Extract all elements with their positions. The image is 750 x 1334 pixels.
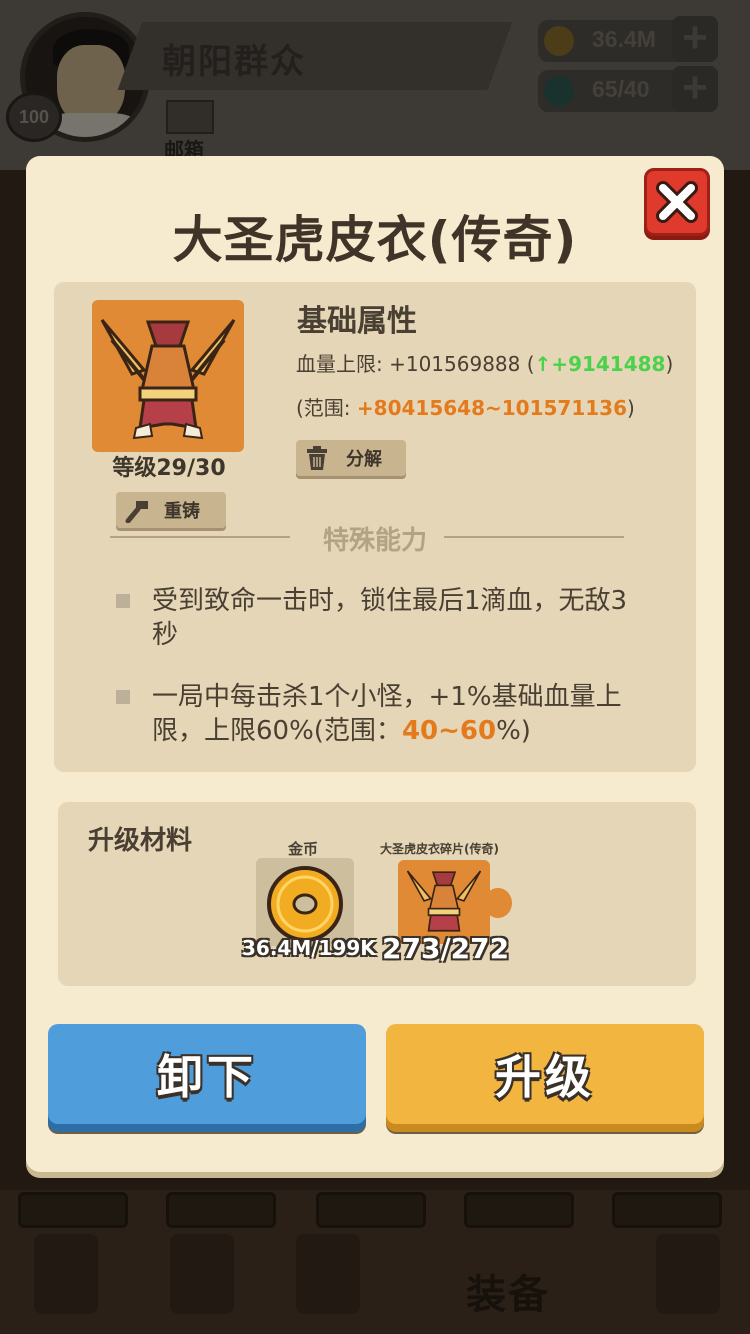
ability-2-range: 40~60 bbox=[401, 716, 497, 746]
shard-label: 大圣虎皮衣碎片(传奇) bbox=[380, 842, 499, 856]
decompose-label: 分解 bbox=[346, 449, 382, 470]
ability-text-2: 一局中每击杀1个小怪，+1%基础血量上限，上限60%(范围：40~60%) bbox=[152, 680, 632, 748]
stats-panel: 等级29/30 重铸 基础属性 血量上限: +101569888 (↑+9141… bbox=[54, 282, 696, 772]
puzzle-piece-icon bbox=[484, 888, 512, 918]
materials-title: 升级材料 bbox=[88, 826, 193, 856]
base-attributes-title: 基础属性 bbox=[297, 304, 417, 339]
item-title: 大圣虎皮衣(传奇) bbox=[172, 211, 578, 269]
tiger-robe-icon bbox=[92, 300, 244, 452]
bullet-icon bbox=[116, 594, 130, 608]
hp-close: ) bbox=[665, 352, 674, 376]
upgrade-materials-panel: 升级材料 金币 36.4M/199K 大圣虎皮衣碎片(传奇) 273/272 bbox=[58, 802, 696, 986]
hp-label: 血量上限: +101569888 ( bbox=[296, 352, 535, 376]
ability-text-1: 受到致命一击时，锁住最后1滴血，无敌3秒 bbox=[152, 586, 628, 650]
ability-2-suffix: %) bbox=[496, 716, 531, 746]
trash-icon bbox=[307, 446, 327, 470]
item-level: 等级29/30 bbox=[112, 456, 226, 481]
decompose-button[interactable]: 分解 bbox=[296, 440, 406, 476]
hp-bonus: ↑+9141488 bbox=[534, 352, 666, 376]
range-value: +80415648~101571136 bbox=[356, 396, 627, 420]
coin-label: 金币 bbox=[288, 840, 319, 858]
bullet-icon bbox=[116, 690, 130, 704]
shard-count: 273/272 bbox=[382, 932, 510, 965]
divider-right bbox=[444, 536, 624, 538]
coin-material-slot[interactable] bbox=[256, 858, 354, 946]
close-button[interactable] bbox=[644, 168, 710, 236]
range-close: ) bbox=[627, 396, 635, 420]
special-abilities-title: 特殊能力 bbox=[322, 526, 427, 556]
close-icon bbox=[656, 181, 698, 223]
upgrade-button[interactable]: 升级 bbox=[386, 1024, 704, 1124]
unequip-button[interactable]: 卸下 bbox=[48, 1024, 366, 1124]
ability-2-prefix: 一局中每击杀1个小怪，+1%基础血量上限，上限60%(范围： bbox=[152, 682, 622, 746]
item-detail-modal: 大圣虎皮衣(传奇) 等级29/30 重铸 基础属性 血量上限: +1015698… bbox=[26, 156, 724, 1172]
hp-stat-line: 血量上限: +101569888 (↑+9141488) bbox=[296, 348, 673, 377]
coin-count: 36.4M/199K bbox=[242, 936, 376, 960]
range-label: (范围: bbox=[296, 396, 357, 420]
range-stat-line: (范围: +80415648~101571136) bbox=[296, 392, 635, 421]
gold-coin-icon bbox=[267, 866, 343, 942]
